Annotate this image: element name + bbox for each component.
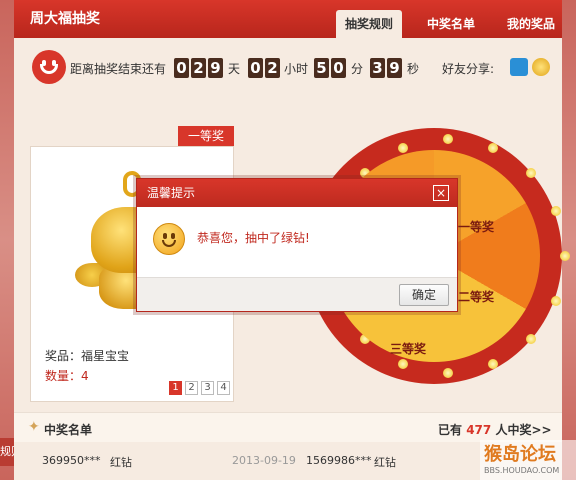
pager-button[interactable]: 1: [169, 381, 182, 395]
pager-button[interactable]: 4: [217, 381, 230, 395]
countdown-day-digit: 9: [208, 58, 223, 78]
countdown-day-digit: 2: [191, 58, 206, 78]
wheel-label-third: 三等奖: [390, 342, 427, 356]
wheel-bulb: [551, 206, 562, 217]
winner-date: 2013-09-19: [232, 454, 296, 467]
wheel-bulb: [560, 251, 570, 261]
pager-button[interactable]: 3: [201, 381, 214, 395]
countdown-second-digit: 9: [387, 58, 402, 78]
countdown-minute-digit: 0: [331, 58, 346, 78]
countdown-second-digit: 3: [370, 58, 385, 78]
winners-count-number: 477: [466, 423, 492, 437]
wheel-bulb: [487, 359, 498, 370]
winners-count-link[interactable]: 已有 477 人中奖>>: [438, 421, 552, 438]
wheel-bulb: [443, 134, 453, 144]
countdown-day-digit: 0: [174, 58, 189, 78]
countdown-second-unit: 秒: [407, 62, 420, 76]
wheel-bulb: [525, 168, 536, 179]
winner-prize: 红钻: [374, 456, 396, 469]
pager-button[interactable]: 2: [185, 381, 198, 395]
countdown-hour-unit: 小时: [284, 62, 309, 76]
tab-rules[interactable]: 抽奖规则: [336, 10, 402, 38]
wheel-bulb: [487, 142, 498, 153]
watermark-text: 猴岛论坛: [484, 444, 556, 465]
share-icon[interactable]: [532, 58, 550, 76]
winners-count-suffix: 人中奖>>: [495, 423, 552, 437]
countdown-day-unit: 天: [228, 62, 241, 76]
winner-user: 1569986***: [306, 454, 372, 467]
share-label: 好友分享:: [442, 62, 495, 76]
countdown-label: 距离抽奖结束还有: [70, 62, 167, 76]
winners-title: 中奖名单: [44, 423, 93, 437]
winner-prize: 红钻: [110, 456, 132, 469]
smiley-icon: [32, 50, 66, 84]
watermark-url: BBS.HOUDAO.COM: [484, 466, 560, 475]
wheel-bulb: [443, 368, 453, 378]
sparkle-icon: ✦: [28, 419, 40, 435]
dialog-title: 温馨提示: [147, 186, 196, 200]
prize-name: 奖品：福星宝宝: [45, 349, 130, 363]
countdown-minute-digit: 5: [314, 58, 329, 78]
ok-button[interactable]: 确定: [399, 284, 449, 306]
share-icon[interactable]: [510, 58, 528, 76]
dialog-footer: 确定: [137, 277, 457, 311]
wheel-bulb: [551, 295, 562, 306]
background-right: [560, 0, 576, 480]
tab-my-prizes[interactable]: 我的奖品: [498, 10, 564, 38]
winners-header: ✦ 中奖名单 已有 477 人中奖>>: [14, 412, 562, 442]
tab-winner-list[interactable]: 中奖名单: [418, 10, 484, 38]
countdown-hour-digit: 2: [265, 58, 280, 78]
countdown-hour-digit: 0: [248, 58, 263, 78]
smiley-icon: [153, 223, 185, 255]
winners-count-prefix: 已有: [438, 423, 463, 437]
page-title: 周大福抽奖: [30, 11, 100, 27]
prize-level-tag: 一等奖: [178, 126, 234, 146]
header-bar: 周大福抽奖 抽奖规则 中奖名单 我的奖品: [14, 0, 562, 38]
wheel-label-first: 一等奖: [458, 220, 495, 234]
dialog-message: 恭喜您，抽中了绿钻!: [197, 231, 310, 245]
alert-dialog: 温馨提示 × 恭喜您，抽中了绿钻! 确定: [136, 178, 458, 312]
dialog-title-bar: 温馨提示 ×: [137, 179, 457, 207]
wheel-bulb: [525, 333, 536, 344]
prize-quantity: 数量：4: [45, 369, 89, 383]
wheel-label-second: 二等奖: [458, 290, 495, 304]
countdown-minute-unit: 分: [351, 62, 364, 76]
close-icon[interactable]: ×: [433, 185, 449, 201]
winner-user: 369950***: [42, 454, 101, 467]
watermark-logo: 猴岛论坛 BBS.HOUDAO.COM: [480, 440, 576, 480]
